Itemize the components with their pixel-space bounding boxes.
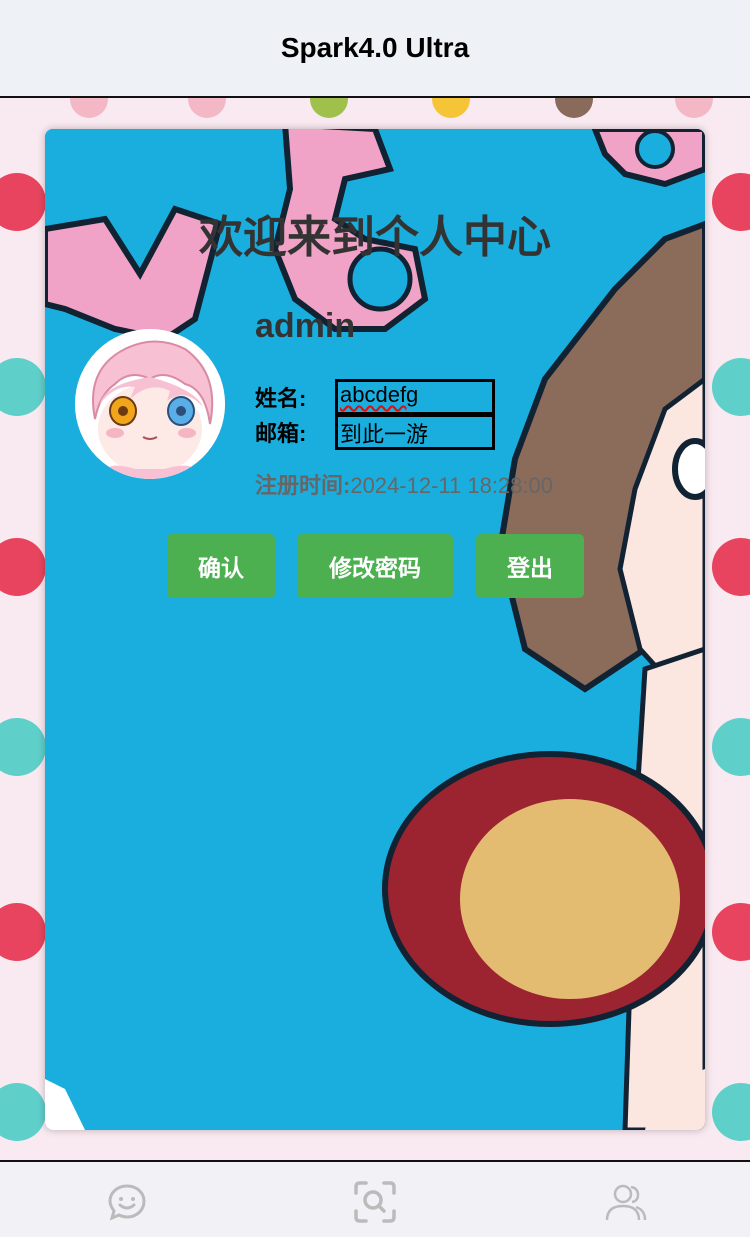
name-row: 姓名: abcdefg xyxy=(255,379,495,415)
username: admin xyxy=(255,307,356,345)
app-header: Spark4.0 Ultra xyxy=(0,0,750,98)
change-password-button[interactable]: 修改密码 xyxy=(297,534,453,598)
registration-value: 2024-12-11 18:28:00 xyxy=(350,473,553,498)
name-label: 姓名: xyxy=(255,386,307,411)
name-input[interactable]: abcdefg xyxy=(335,379,495,415)
avatar[interactable] xyxy=(75,329,225,479)
name-value: abcdefg xyxy=(340,382,419,407)
email-input[interactable]: 到此一游 xyxy=(335,414,495,450)
email-value: 到此一游 xyxy=(340,422,429,447)
scan-search-icon[interactable] xyxy=(353,1180,397,1224)
chat-smile-icon[interactable] xyxy=(105,1180,149,1224)
profile-card: 欢迎来到个人中心 admin 姓名: abcdefg 邮箱: 到此一游 注册时间… xyxy=(45,129,705,1130)
confirm-button[interactable]: 确认 xyxy=(167,534,275,598)
app-title: Spark4.0 Ultra xyxy=(280,32,470,63)
logout-button[interactable]: 登出 xyxy=(476,534,584,598)
email-row: 邮箱: 到此一游 xyxy=(255,414,495,450)
registration-label: 注册时间: xyxy=(255,473,351,498)
registration-time: 注册时间:2024-12-11 18:28:00 xyxy=(255,468,553,500)
users-icon[interactable] xyxy=(603,1180,647,1224)
page-heading: 欢迎来到个人中心 xyxy=(199,213,551,262)
bottom-nav xyxy=(0,1160,750,1237)
email-label: 邮箱: xyxy=(255,421,307,446)
avatar-image xyxy=(75,329,225,479)
card-background-illustration xyxy=(45,129,705,1130)
